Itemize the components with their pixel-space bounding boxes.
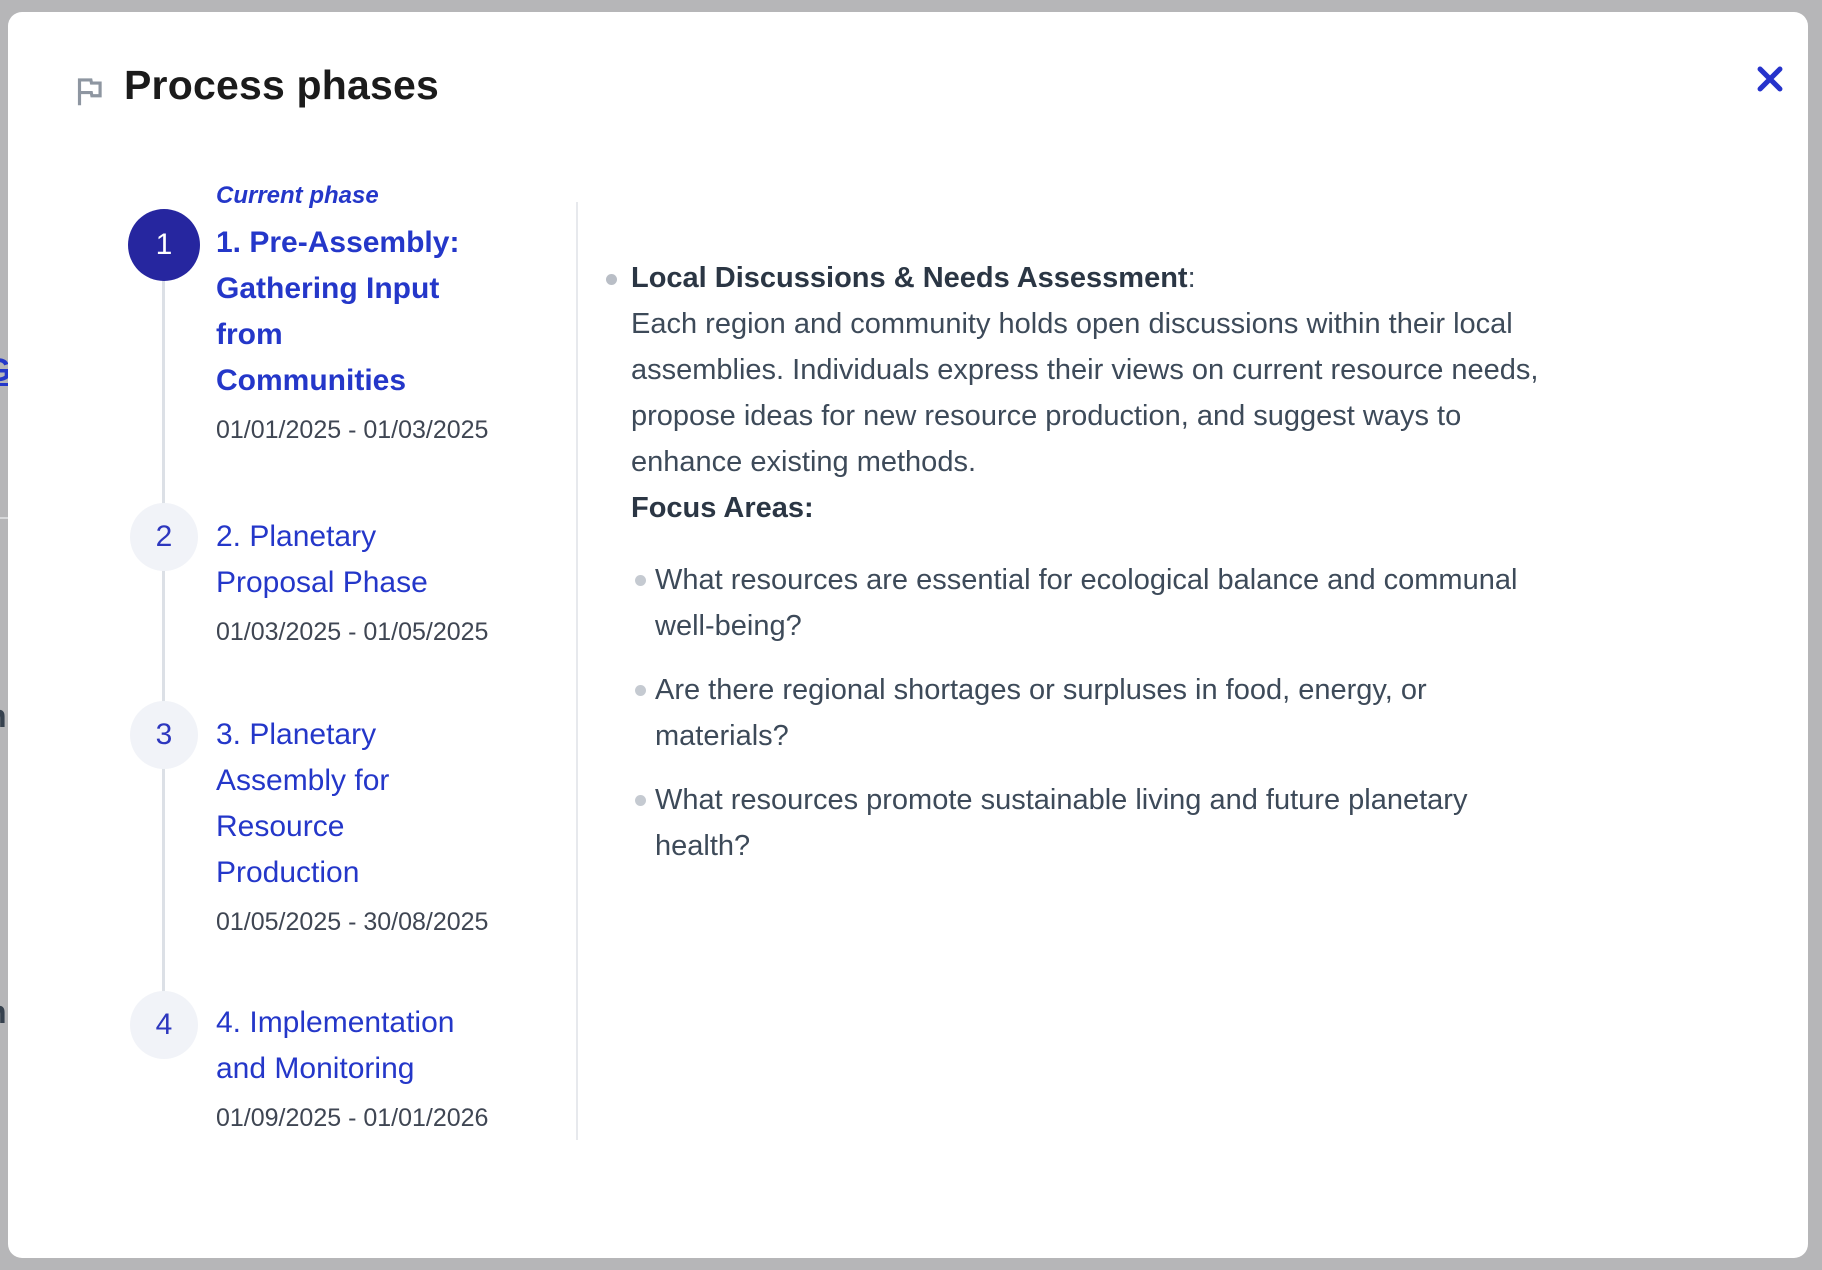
focus-areas-heading: Focus Areas: xyxy=(631,485,1786,531)
phase-dates-2: 01/03/2025 - 01/05/2025 xyxy=(216,618,546,647)
close-button[interactable] xyxy=(1746,56,1794,104)
bullet-icon xyxy=(635,795,646,806)
bullet-icon xyxy=(635,575,646,586)
step-circle-1: 1 xyxy=(128,209,200,281)
focus-item-text: What resources promote sustainable livin… xyxy=(655,784,1467,862)
step-number: 4 xyxy=(156,1008,173,1042)
phase-dates-1: 01/01/2025 - 01/03/2025 xyxy=(216,416,546,445)
background-text-fragment: n xyxy=(0,994,7,1031)
phase-dates-3: 01/05/2025 - 30/08/2025 xyxy=(216,908,546,937)
description-bullet: Local Discussions & Needs Assessment: Ea… xyxy=(606,255,1786,869)
focus-item-text: Are there regional shortages or surpluse… xyxy=(655,674,1427,752)
phase-dates-4: 01/09/2025 - 01/01/2026 xyxy=(216,1104,546,1133)
description-lead: Local Discussions & Needs Assessment: xyxy=(631,255,1786,301)
list-item: What resources promote sustainable livin… xyxy=(631,777,1786,869)
description-paragraph: Each region and community holds open dis… xyxy=(631,301,1786,485)
timeline-connector-line xyxy=(162,245,165,1025)
phase-link-4[interactable]: 4. Implementation and Monitoring xyxy=(216,1000,546,1092)
dialog-header: Process phases xyxy=(8,12,1808,142)
focus-item-text: What resources are essential for ecologi… xyxy=(655,564,1517,642)
phase-description: Local Discussions & Needs Assessment: Ea… xyxy=(606,255,1786,887)
phase-item-4: 4. Implementation and Monitoring 01/09/2… xyxy=(216,1000,546,1133)
phase-link-2[interactable]: 2. Planetary Proposal Phase xyxy=(216,514,546,606)
flag-icon xyxy=(70,72,108,110)
list-item: What resources are essential for ecologi… xyxy=(631,557,1786,649)
step-number: 2 xyxy=(156,520,173,554)
dialog-title: Process phases xyxy=(124,62,439,109)
close-icon xyxy=(1753,62,1787,96)
column-divider xyxy=(576,202,578,1140)
step-circle-2: 2 xyxy=(130,503,198,571)
bullet-icon xyxy=(635,685,646,696)
lead-title: Local Discussions & Needs Assessment xyxy=(631,262,1188,294)
background-text-fragment: n xyxy=(0,698,7,735)
phase-link-1[interactable]: 1. Pre-Assembly: Gathering Input from Co… xyxy=(216,220,546,404)
step-number: 1 xyxy=(156,228,173,262)
list-item: Are there regional shortages or surpluse… xyxy=(631,667,1786,759)
step-circle-4: 4 xyxy=(130,991,198,1059)
step-number: 3 xyxy=(156,718,173,752)
phase-item-3: 3. Planetary Assembly for Resource Produ… xyxy=(216,712,546,937)
step-circle-3: 3 xyxy=(130,701,198,769)
bullet-icon xyxy=(606,274,617,285)
phase-item-2: 2. Planetary Proposal Phase 01/03/2025 -… xyxy=(216,514,546,647)
focus-areas-list: What resources are essential for ecologi… xyxy=(631,557,1786,869)
phase-link-3[interactable]: 3. Planetary Assembly for Resource Produ… xyxy=(216,712,546,896)
process-phases-dialog: Process phases 1 2 3 4 Current phase 1. … xyxy=(8,12,1808,1258)
phase-item-1: 1. Pre-Assembly: Gathering Input from Co… xyxy=(216,220,546,445)
lead-colon: : xyxy=(1188,262,1196,294)
current-phase-label: Current phase xyxy=(216,182,379,210)
